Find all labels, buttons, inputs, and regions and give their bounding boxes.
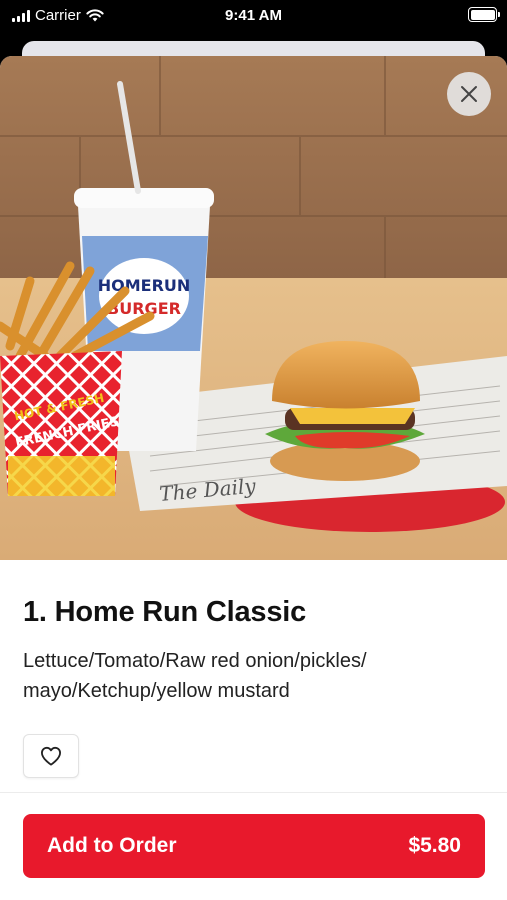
favorite-button[interactable] xyxy=(23,734,79,778)
close-button[interactable] xyxy=(447,72,491,116)
battery-icon xyxy=(468,7,500,22)
cup-brand-top: HOMERUN xyxy=(98,276,191,295)
item-detail-sheet: The Daily HOMERUN BURGER HOT & FRESH FRE… xyxy=(0,56,507,900)
item-photo: The Daily HOMERUN BURGER HOT & FRESH FRE… xyxy=(0,56,507,560)
item-title: 1. Home Run Classic xyxy=(23,596,307,628)
divider xyxy=(0,792,507,793)
close-icon xyxy=(461,86,477,102)
status-time: 9:41 AM xyxy=(225,7,282,24)
status-bar: Carrier 9:41 AM xyxy=(0,0,507,34)
item-description: Lettuce/Tomato/Raw red onion/pickles/ ma… xyxy=(23,650,367,702)
add-to-order-label: Add to Order xyxy=(47,834,177,857)
add-to-order-button[interactable]: Add to Order $5.80 xyxy=(23,814,485,878)
price-label: $5.80 xyxy=(408,834,461,857)
heart-outline-icon xyxy=(41,746,61,766)
